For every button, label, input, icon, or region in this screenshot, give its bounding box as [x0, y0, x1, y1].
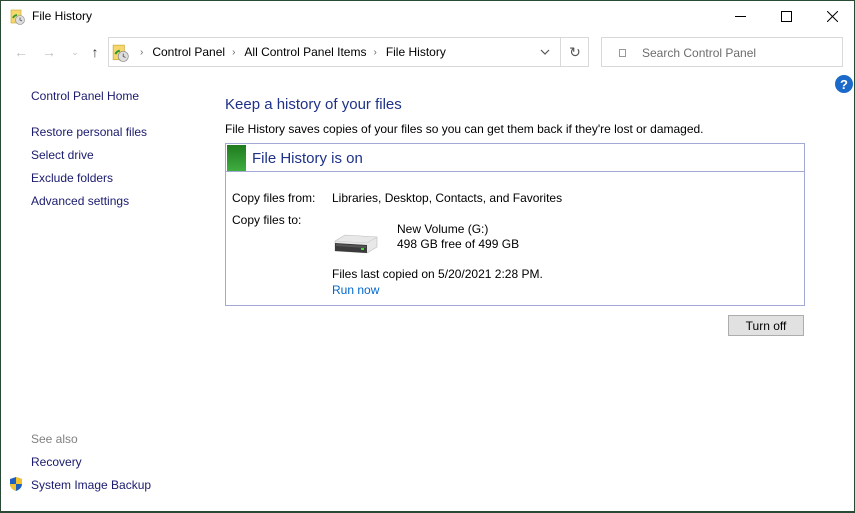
breadcrumb-separator-icon[interactable]: › [232, 47, 235, 58]
close-icon [826, 11, 838, 22]
sidebar-item-restore-personal-files[interactable]: Restore personal files [31, 125, 147, 139]
see-also-recovery[interactable]: Recovery [31, 455, 82, 469]
turn-off-button[interactable]: Turn off [728, 315, 804, 336]
minimize-icon [734, 16, 746, 17]
recent-locations-button[interactable]: ⌄ [64, 41, 86, 63]
help-icon[interactable]: ? [835, 75, 853, 93]
title-bar[interactable]: File History [1, 1, 854, 32]
run-now-link[interactable]: Run now [332, 283, 379, 297]
status-panel: File History is on Copy files from: Libr… [225, 143, 805, 306]
status-indicator [227, 145, 246, 171]
search-icon [619, 49, 626, 57]
copy-from-value: Libraries, Desktop, Contacts, and Favori… [332, 191, 563, 205]
address-dropdown-button[interactable] [534, 38, 556, 66]
drive-name: New Volume (G:) [397, 222, 489, 236]
minimize-button[interactable] [717, 1, 763, 32]
breadcrumb-control-panel[interactable]: Control Panel [152, 45, 225, 59]
copy-to-label: Copy files to: [232, 213, 302, 227]
sidebar-item-exclude-folders[interactable]: Exclude folders [31, 171, 113, 185]
last-copied-text: Files last copied on 5/20/2021 2:28 PM. [332, 267, 543, 281]
chevron-down-icon [540, 49, 550, 55]
breadcrumb-all-items[interactable]: All Control Panel Items [244, 45, 366, 59]
status-header: File History is on [226, 144, 804, 172]
see-also-system-image-backup[interactable]: System Image Backup [31, 478, 151, 492]
see-also-label: See also [31, 432, 78, 446]
sidebar-item-advanced-settings[interactable]: Advanced settings [31, 194, 129, 208]
refresh-button[interactable]: ↻ [561, 38, 589, 66]
breadcrumb-separator-icon[interactable]: › [140, 47, 143, 58]
window-title: File History [32, 9, 93, 23]
close-button[interactable] [809, 1, 855, 32]
sidebar-control-panel-home[interactable]: Control Panel Home [31, 89, 139, 103]
navigation-bar: ← → ⌄ ↑ › Control Panel › All Control Pa… [1, 35, 854, 69]
maximize-icon [780, 11, 792, 22]
back-button[interactable]: ← [10, 41, 32, 63]
breadcrumb-file-history[interactable]: File History [386, 45, 446, 59]
breadcrumb-separator-icon[interactable]: › [373, 47, 376, 58]
uac-shield-icon [10, 477, 22, 491]
search-placeholder: Search Control Panel [642, 46, 757, 60]
sidebar-item-select-drive[interactable]: Select drive [31, 148, 94, 162]
up-arrow-icon: ↑ [91, 44, 99, 60]
back-arrow-icon: ← [14, 44, 28, 60]
up-button[interactable]: ↑ [84, 41, 106, 63]
address-bar[interactable]: › Control Panel › All Control Panel Item… [108, 37, 589, 67]
file-history-icon [10, 9, 25, 25]
drive-space: 498 GB free of 499 GB [397, 237, 520, 251]
status-title: File History is on [252, 150, 363, 167]
file-history-window: File History ← → ⌄ ↑ › Control Panel › A… [0, 0, 855, 513]
forward-arrow-icon: → [42, 44, 56, 60]
maximize-button[interactable] [763, 1, 809, 32]
search-input[interactable]: Search Control Panel [601, 37, 843, 67]
drive-icon [334, 234, 378, 254]
breadcrumb: › Control Panel › All Control Panel Item… [133, 38, 446, 66]
forward-button[interactable]: → [38, 41, 60, 63]
chevron-down-icon: ⌄ [71, 46, 79, 57]
refresh-icon: ↻ [569, 43, 581, 60]
page-description: File History saves copies of your files … [225, 122, 704, 136]
page-title: Keep a history of your files [225, 96, 402, 113]
file-history-icon [112, 44, 129, 62]
copy-from-label: Copy files from: [232, 191, 316, 205]
